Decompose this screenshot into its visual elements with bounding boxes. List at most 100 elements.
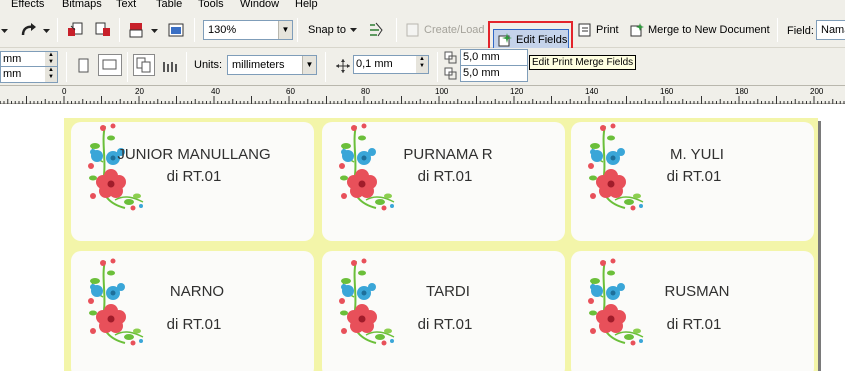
chevron-down-icon[interactable]: ▼ — [278, 21, 292, 39]
label-card-4[interactable]: NARNO di RT.01 — [71, 251, 314, 371]
label-card-2[interactable]: PURNAMA R di RT.01 — [322, 122, 565, 241]
label-recipient-name: PURNAMA R — [403, 146, 493, 163]
create-load-icon — [406, 23, 419, 37]
menu-window[interactable]: Window — [240, 0, 279, 11]
spin-arrows-icon[interactable]: ▲ ▼ — [45, 67, 57, 82]
duplicate-y-spinbox[interactable]: 5,0 mm — [460, 65, 528, 82]
menu-bitmaps[interactable]: Bitmaps — [62, 0, 102, 11]
height-spinbox[interactable]: mm ▲ ▼ — [0, 66, 58, 83]
menu-tools[interactable]: Tools — [198, 0, 224, 11]
export-icon — [95, 22, 110, 36]
merge-document-icon — [630, 23, 644, 37]
chevron-down-icon — [43, 29, 50, 33]
label-recipient-name: NARNO — [169, 283, 225, 300]
nudge-distance-spinbox[interactable]: 0,1 mm ▲ ▼ — [353, 55, 429, 74]
horizontal-ruler[interactable]: 0 20 40 60 80 100 120 140 160 180 200 — [0, 86, 845, 104]
label-rt-text: di RT.01 — [166, 168, 222, 185]
landscape-page-icon — [102, 59, 117, 70]
flower-decoration-icon — [85, 257, 147, 349]
welcome-screen-button[interactable] — [165, 19, 187, 41]
options-button[interactable] — [365, 19, 387, 41]
ruler-label-100: 100 — [435, 87, 449, 96]
label-sheet[interactable]: JUNIOR MANULLANG di RT.01 PURNAMA R di R… — [64, 118, 818, 371]
ruler-label-0: 0 — [62, 87, 67, 96]
application-launcher-button[interactable] — [125, 19, 147, 41]
ruler-label-20: 20 — [135, 87, 144, 96]
toolbar-separator — [325, 52, 326, 82]
label-rt-text: di RT.01 — [417, 316, 473, 333]
duplicate-x-spinbox[interactable]: 5,0 mm — [460, 49, 528, 66]
export-button[interactable] — [92, 19, 114, 41]
toolbar-separator — [57, 18, 58, 42]
all-pages-button[interactable] — [133, 54, 155, 76]
ruler-label-120: 120 — [510, 87, 524, 96]
undo-dropdown-arrow[interactable] — [0, 20, 10, 42]
duplicate-x-icon — [444, 51, 457, 64]
field-label: Field: — [787, 25, 814, 37]
field-select[interactable]: Nama — [816, 20, 845, 40]
menu-table[interactable]: Table — [156, 0, 182, 11]
duplicate-y-icon-wrap — [443, 66, 459, 82]
standard-toolbar: 130% ▼ Snap to Create/Load Edit Fields P… — [0, 12, 845, 58]
redo-dropdown-arrow[interactable] — [42, 20, 52, 42]
toolbar-separator — [396, 18, 397, 42]
label-recipient-name: JUNIOR MANULLANG — [117, 146, 271, 163]
toolbar-separator — [119, 18, 120, 42]
welcome-screen-icon — [168, 23, 184, 37]
ruler-label-180: 180 — [735, 87, 749, 96]
zoom-level-combo[interactable]: 130% ▼ — [203, 20, 293, 40]
ruler-label-140: 140 — [585, 87, 599, 96]
create-load-merge-button[interactable]: Create/Load — [405, 19, 485, 41]
toolbar-separator — [297, 18, 298, 42]
toolbar-separator — [437, 52, 438, 82]
units-label: Units: — [194, 59, 223, 71]
ruler-label-80: 80 — [361, 87, 370, 96]
label-rt-text: di RT.01 — [666, 316, 722, 333]
launcher-icon — [129, 23, 143, 38]
chevron-down-icon[interactable]: ▼ — [302, 56, 316, 74]
label-card-3[interactable]: M. YULI di RT.01 — [571, 122, 814, 241]
label-card-1[interactable]: JUNIOR MANULLANG di RT.01 — [71, 122, 314, 241]
launcher-dropdown-arrow[interactable] — [150, 20, 160, 42]
menu-effects[interactable]: Effects — [11, 0, 44, 11]
edit-fields-tooltip: Edit Print Merge Fields — [529, 55, 637, 70]
landscape-button[interactable] — [98, 54, 122, 76]
portrait-button[interactable] — [74, 55, 94, 77]
import-button[interactable] — [64, 19, 86, 41]
label-rt-text: di RT.01 — [417, 168, 473, 185]
menu-help[interactable]: Help — [295, 0, 318, 11]
print-merge-button[interactable]: Print — [577, 19, 621, 41]
nudge-icon-wrap — [333, 55, 353, 77]
portrait-page-icon — [78, 58, 89, 73]
toolbar-separator — [194, 18, 195, 42]
current-page-icon — [163, 62, 177, 72]
drawing-canvas[interactable]: JUNIOR MANULLANG di RT.01 PURNAMA R di R… — [0, 104, 845, 371]
ruler-ticks — [0, 96, 845, 104]
snap-to-button[interactable]: Snap to — [303, 19, 361, 41]
duplicate-y-icon — [444, 67, 457, 80]
label-card-6[interactable]: RUSMAN di RT.01 — [571, 251, 814, 371]
label-card-5[interactable]: TARDI di RT.01 — [322, 251, 565, 371]
toolbar-separator — [777, 18, 778, 42]
menu-bar: Effects Bitmaps Text Table Tools Window … — [0, 0, 845, 12]
ruler-label-40: 40 — [211, 87, 220, 96]
merge-to-new-document-button[interactable]: Merge to New Document — [629, 19, 771, 41]
label-recipient-name: RUSMAN — [664, 283, 730, 300]
chevron-down-icon — [1, 29, 8, 33]
redo-icon — [21, 23, 36, 36]
current-page-button[interactable] — [160, 55, 180, 77]
label-rt-text: di RT.01 — [166, 316, 222, 333]
all-pages-icon — [136, 57, 151, 73]
units-select[interactable]: millimeters ▼ — [227, 55, 317, 75]
duplicate-x-icon-wrap — [443, 50, 459, 66]
print-icon — [578, 23, 591, 37]
redo-button[interactable] — [18, 19, 40, 41]
toolbar-separator — [66, 52, 67, 82]
options-icon — [370, 22, 383, 37]
label-recipient-name: TARDI — [426, 283, 470, 300]
menu-text[interactable]: Text — [116, 0, 136, 11]
toolbar-separator — [127, 52, 128, 82]
ruler-label-160: 160 — [660, 87, 674, 96]
spin-arrows-icon[interactable]: ▲ ▼ — [45, 52, 57, 67]
spin-arrows-icon[interactable]: ▲ ▼ — [416, 56, 428, 73]
